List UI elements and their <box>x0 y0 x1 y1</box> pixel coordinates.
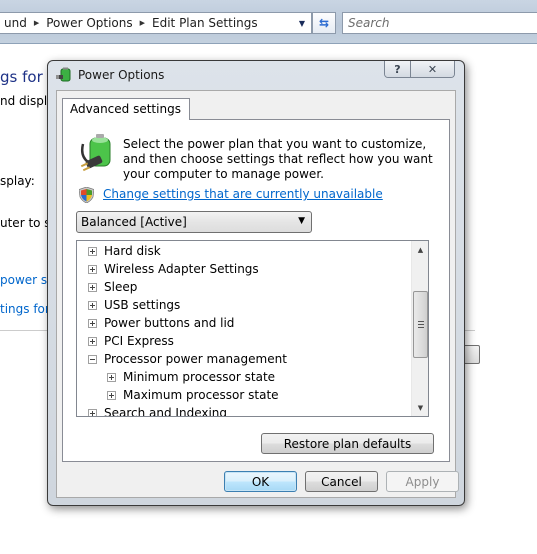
power-plan-value: Balanced [Active] <box>81 215 187 229</box>
close-icon: ✕ <box>427 62 438 76</box>
bg-text-line: splay: <box>0 174 35 188</box>
expand-icon[interactable] <box>88 318 97 328</box>
expand-icon[interactable] <box>88 300 97 310</box>
tree-item[interactable]: Search and Indexing <box>88 404 228 417</box>
change-settings-link[interactable]: Change settings that are currently unava… <box>103 187 383 201</box>
power-plan-select[interactable]: Balanced [Active] ▼ <box>76 211 312 233</box>
tree-item[interactable]: Processor power management <box>88 350 287 368</box>
tree-scrollbar[interactable]: ▲ ▼ <box>411 241 428 416</box>
advanced-settings-panel: Select the power plan that you want to c… <box>62 119 450 462</box>
scroll-thumb[interactable] <box>413 291 428 358</box>
settings-tree[interactable]: Hard disk Wireless Adapter Settings Sleep U… <box>76 240 429 417</box>
grip-icon <box>418 321 424 328</box>
power-options-dialog: Power Options ? ✕ Advanced settings Sele… <box>47 60 465 506</box>
dialog-client: Advanced settings Select the power plan … <box>56 90 459 498</box>
breadcrumb-item[interactable]: Edit Plan Settings <box>148 16 262 30</box>
tree-item[interactable]: Maximum processor state <box>107 386 279 404</box>
close-button[interactable]: ✕ <box>411 61 454 77</box>
tree-item[interactable]: Sleep <box>88 278 137 296</box>
tree-item[interactable]: USB settings <box>88 296 180 314</box>
tree-item-label: Processor power management <box>104 352 287 366</box>
restore-plan-defaults-button[interactable]: Restore plan defaults <box>261 433 434 454</box>
expand-icon[interactable] <box>88 336 97 346</box>
expand-icon[interactable] <box>107 372 116 382</box>
tree-item-label: PCI Express <box>104 334 174 348</box>
tree-item[interactable]: Wireless Adapter Settings <box>88 260 259 278</box>
power-plug-icon <box>56 67 71 82</box>
chevron-down-icon: ▼ <box>298 216 305 226</box>
address-dropdown-icon[interactable]: ▼ <box>293 13 311 33</box>
breadcrumb-item[interactable]: und <box>0 16 31 30</box>
scroll-down-icon[interactable]: ▼ <box>412 399 428 416</box>
tree-item-label: Minimum processor state <box>123 370 276 384</box>
refresh-icon: ⇆ <box>318 16 330 30</box>
refresh-button[interactable]: ⇆ <box>312 12 336 34</box>
cancel-button[interactable]: Cancel <box>305 471 378 492</box>
expand-icon[interactable] <box>88 408 97 416</box>
battery-plug-icon <box>80 134 111 172</box>
tree-item-label: Wireless Adapter Settings <box>104 262 259 276</box>
expand-icon[interactable] <box>88 282 97 292</box>
intro-text: Select the power plan that you want to c… <box>123 137 433 181</box>
expand-icon[interactable] <box>88 246 97 256</box>
explorer-toolbar: und ▶ Power Options ▶ Edit Plan Settings… <box>0 0 537 44</box>
tree-item-label: USB settings <box>104 298 181 312</box>
ok-button[interactable]: OK <box>224 471 297 492</box>
dialog-titlebar[interactable]: Power Options ? ✕ <box>48 61 464 89</box>
search-input[interactable]: Search <box>342 12 537 34</box>
collapse-icon[interactable] <box>88 354 97 364</box>
breadcrumb-arrow-icon[interactable]: ▶ <box>137 19 148 27</box>
tree-item-label: Maximum processor state <box>123 388 279 402</box>
tree-item[interactable]: Hard disk <box>88 242 161 260</box>
uac-shield-icon <box>79 187 94 203</box>
address-bar[interactable]: und ▶ Power Options ▶ Edit Plan Settings… <box>0 12 312 34</box>
expand-icon[interactable] <box>107 390 116 400</box>
tree-item[interactable]: Power buttons and lid <box>88 314 234 332</box>
tree-item-label: Hard disk <box>104 244 161 258</box>
caption-buttons: ? ✕ <box>384 61 455 78</box>
help-icon: ? <box>394 62 401 76</box>
breadcrumb-arrow-icon[interactable]: ▶ <box>31 19 42 27</box>
scroll-up-icon[interactable]: ▲ <box>412 241 428 258</box>
help-button[interactable]: ? <box>385 61 411 77</box>
expand-icon[interactable] <box>88 264 97 274</box>
tree-item[interactable]: Minimum processor state <box>107 368 275 386</box>
apply-button[interactable]: Apply <box>386 471 459 492</box>
tab-advanced-settings[interactable]: Advanced settings <box>62 98 190 120</box>
tree-item-label: Sleep <box>104 280 138 294</box>
breadcrumb-item[interactable]: Power Options <box>42 16 136 30</box>
dialog-title: Power Options <box>78 68 165 82</box>
tree-item-label: Power buttons and lid <box>104 316 235 330</box>
tree-item[interactable]: PCI Express <box>88 332 174 350</box>
tree-item-label: Search and Indexing <box>104 406 228 417</box>
